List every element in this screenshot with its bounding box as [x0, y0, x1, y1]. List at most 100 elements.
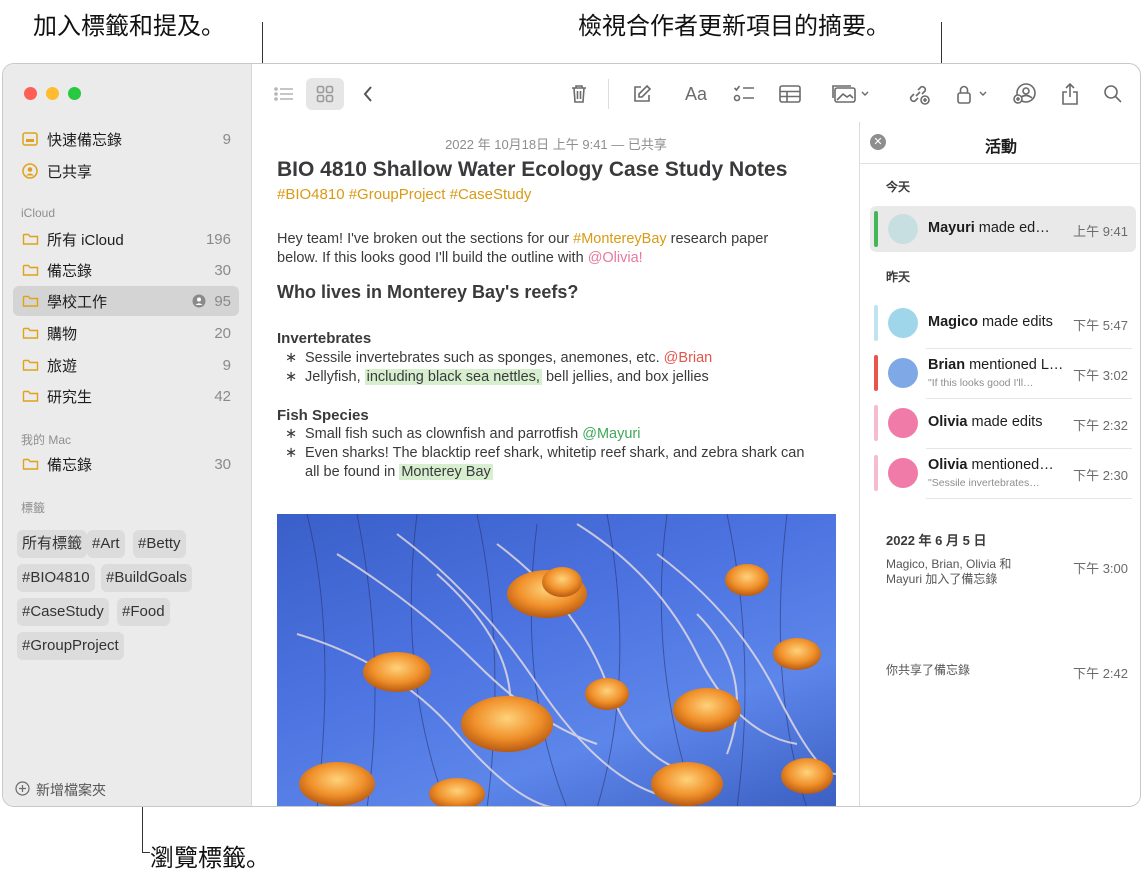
- shared-icon: [21, 163, 39, 179]
- format-button[interactable]: Aa: [681, 81, 711, 107]
- tag-buildgoals[interactable]: #BuildGoals: [101, 564, 192, 592]
- activity-item[interactable]: Magico made edits 下午 5:47: [870, 300, 1136, 346]
- mention-olivia[interactable]: @Olivia!: [588, 250, 643, 266]
- sidebar-item-school-work[interactable]: 學校工作 95: [13, 286, 239, 316]
- folder-icon: [21, 326, 39, 341]
- collaborate-link-button[interactable]: [905, 81, 933, 107]
- highlighted-text: Monterey Bay: [399, 464, 493, 480]
- lock-icon: [957, 85, 987, 104]
- tag-art[interactable]: #Art: [87, 530, 125, 558]
- callout-tags-mentions: 加入標籤和提及。: [33, 12, 225, 40]
- lock-button[interactable]: [953, 81, 993, 107]
- activity-color-bar: [874, 455, 878, 491]
- divider: [926, 448, 1132, 449]
- activity-color-bar: [874, 355, 878, 391]
- activity-color-bar: [874, 305, 878, 341]
- tag-casestudy[interactable]: #CaseStudy: [17, 598, 109, 626]
- activity-section-yesterday: 昨天: [886, 270, 911, 284]
- grid-icon: [316, 85, 334, 103]
- checklist-icon: [733, 85, 754, 102]
- sidebar-item-all-icloud[interactable]: 所有 iCloud 196: [13, 224, 239, 254]
- tags-section-header: 標籤: [21, 501, 46, 515]
- activity-color-bar: [874, 405, 878, 441]
- jellyfish-photo[interactable]: [277, 514, 836, 806]
- activity-section-date: 2022 年 6 月 5 日: [886, 533, 987, 548]
- table-button[interactable]: [777, 81, 803, 107]
- collaboration-button[interactable]: [1011, 81, 1039, 107]
- mention-brian[interactable]: @Brian: [664, 350, 713, 366]
- sidebar-item-graduate[interactable]: 研究生 42: [13, 381, 239, 411]
- activity-item[interactable]: Mayuri made ed… 上午 9:41: [870, 206, 1136, 252]
- link-collab-icon: [909, 85, 930, 105]
- divider: [926, 398, 1132, 399]
- sidebar-item-shared[interactable]: 已共享: [13, 156, 239, 186]
- window-controls: [24, 87, 81, 100]
- avatar: [888, 458, 918, 488]
- tag-all[interactable]: 所有標籤: [17, 530, 88, 558]
- mention-mayuri[interactable]: @Mayuri: [582, 426, 640, 442]
- icloud-section-header: iCloud: [21, 206, 56, 220]
- activity-section-today: 今天: [886, 180, 911, 194]
- compose-button[interactable]: [630, 81, 654, 107]
- checklist-button[interactable]: [731, 81, 757, 107]
- note-date: 2022 年 10月18日 上午 9:41 — 已共享: [445, 137, 667, 152]
- tag-bio4810[interactable]: #BIO4810: [17, 564, 95, 592]
- activity-older-entry: 你共享了備忘錄: [886, 663, 971, 677]
- search-button[interactable]: [1101, 81, 1125, 107]
- sidebar-item-mac-notes[interactable]: 備忘錄 30: [13, 449, 239, 479]
- back-button[interactable]: [357, 81, 379, 107]
- sidebar-item-notes[interactable]: 備忘錄 30: [13, 255, 239, 285]
- sidebar-item-quick-notes[interactable]: 快速備忘錄 9: [13, 124, 239, 154]
- tag-food[interactable]: #Food: [117, 598, 170, 626]
- note-editor[interactable]: 2022 年 10月18日 上午 9:41 — 已共享 BIO 4810 Sha…: [253, 122, 859, 806]
- folder-icon: [21, 389, 39, 404]
- divider: [926, 498, 1132, 499]
- toolbar: Aa: [253, 64, 1140, 122]
- notes-window: 快速備忘錄 9 已共享 iCloud 所有 iCloud 196 備忘錄 30 …: [2, 63, 1141, 807]
- share-icon: [1062, 83, 1078, 105]
- list-item: ∗ Jellyfish, including black sea nettles,…: [285, 369, 709, 385]
- zoom-window-button[interactable]: [68, 87, 81, 100]
- activity-color-bar: [874, 211, 878, 247]
- new-folder-button[interactable]: 新增檔案夾: [15, 780, 106, 800]
- plus-circle-icon: [15, 781, 30, 799]
- share-button[interactable]: [1059, 81, 1081, 107]
- activity-item[interactable]: Olivia mentioned… "Sessile invertebrates…: [870, 450, 1136, 496]
- activity-item[interactable]: Brian mentioned L… "If this looks good I…: [870, 350, 1136, 396]
- folder-icon: [21, 232, 39, 247]
- note-subheading-invertebrates: Invertebrates: [277, 330, 372, 347]
- callout-activity-summary: 檢視合作者更新項目的摘要。: [578, 12, 890, 40]
- sidebar-item-shopping[interactable]: 購物 20: [13, 318, 239, 348]
- list-view-button[interactable]: [271, 81, 297, 107]
- avatar: [888, 358, 918, 388]
- note-tags[interactable]: #BIO4810 #GroupProject #CaseStudy: [277, 186, 531, 203]
- sidebar-item-travel[interactable]: 旅遊 9: [13, 350, 239, 380]
- list-item: ∗ Even sharks! The blacktip reef shark, w…: [285, 445, 805, 461]
- highlighted-text: including black sea nettles,: [364, 369, 542, 385]
- activity-item[interactable]: Olivia made edits 下午 2:32: [870, 400, 1136, 446]
- table-icon: [779, 85, 801, 103]
- folder-icon: [21, 457, 39, 472]
- delete-button[interactable]: [567, 81, 591, 107]
- hashtag-monterey-bay[interactable]: #MontereyBay: [573, 231, 667, 247]
- list-icon: [274, 87, 293, 101]
- media-button[interactable]: [829, 81, 873, 107]
- activity-header: ✕ 活動: [860, 122, 1140, 164]
- close-window-button[interactable]: [24, 87, 37, 100]
- divider: [926, 348, 1132, 349]
- toolbar-separator: [608, 79, 609, 109]
- quick-note-icon: [21, 132, 39, 147]
- trash-icon: [572, 85, 586, 103]
- gallery-view-button[interactable]: [306, 78, 344, 110]
- minimize-window-button[interactable]: [46, 87, 59, 100]
- tag-betty[interactable]: #Betty: [133, 530, 186, 558]
- compose-icon: [634, 84, 652, 102]
- activity-title: 活動: [984, 139, 1017, 156]
- activity-older-entry: Magico, Brian, Olivia 和 Mayuri 加入了備忘錄: [886, 557, 1012, 586]
- collaborators-icon: [1013, 83, 1036, 104]
- shared-folder-icon: [192, 294, 206, 308]
- avatar: [888, 308, 918, 338]
- folder-icon: [21, 294, 39, 309]
- photo-icon: [832, 85, 869, 103]
- tag-groupproject[interactable]: #GroupProject: [17, 632, 124, 660]
